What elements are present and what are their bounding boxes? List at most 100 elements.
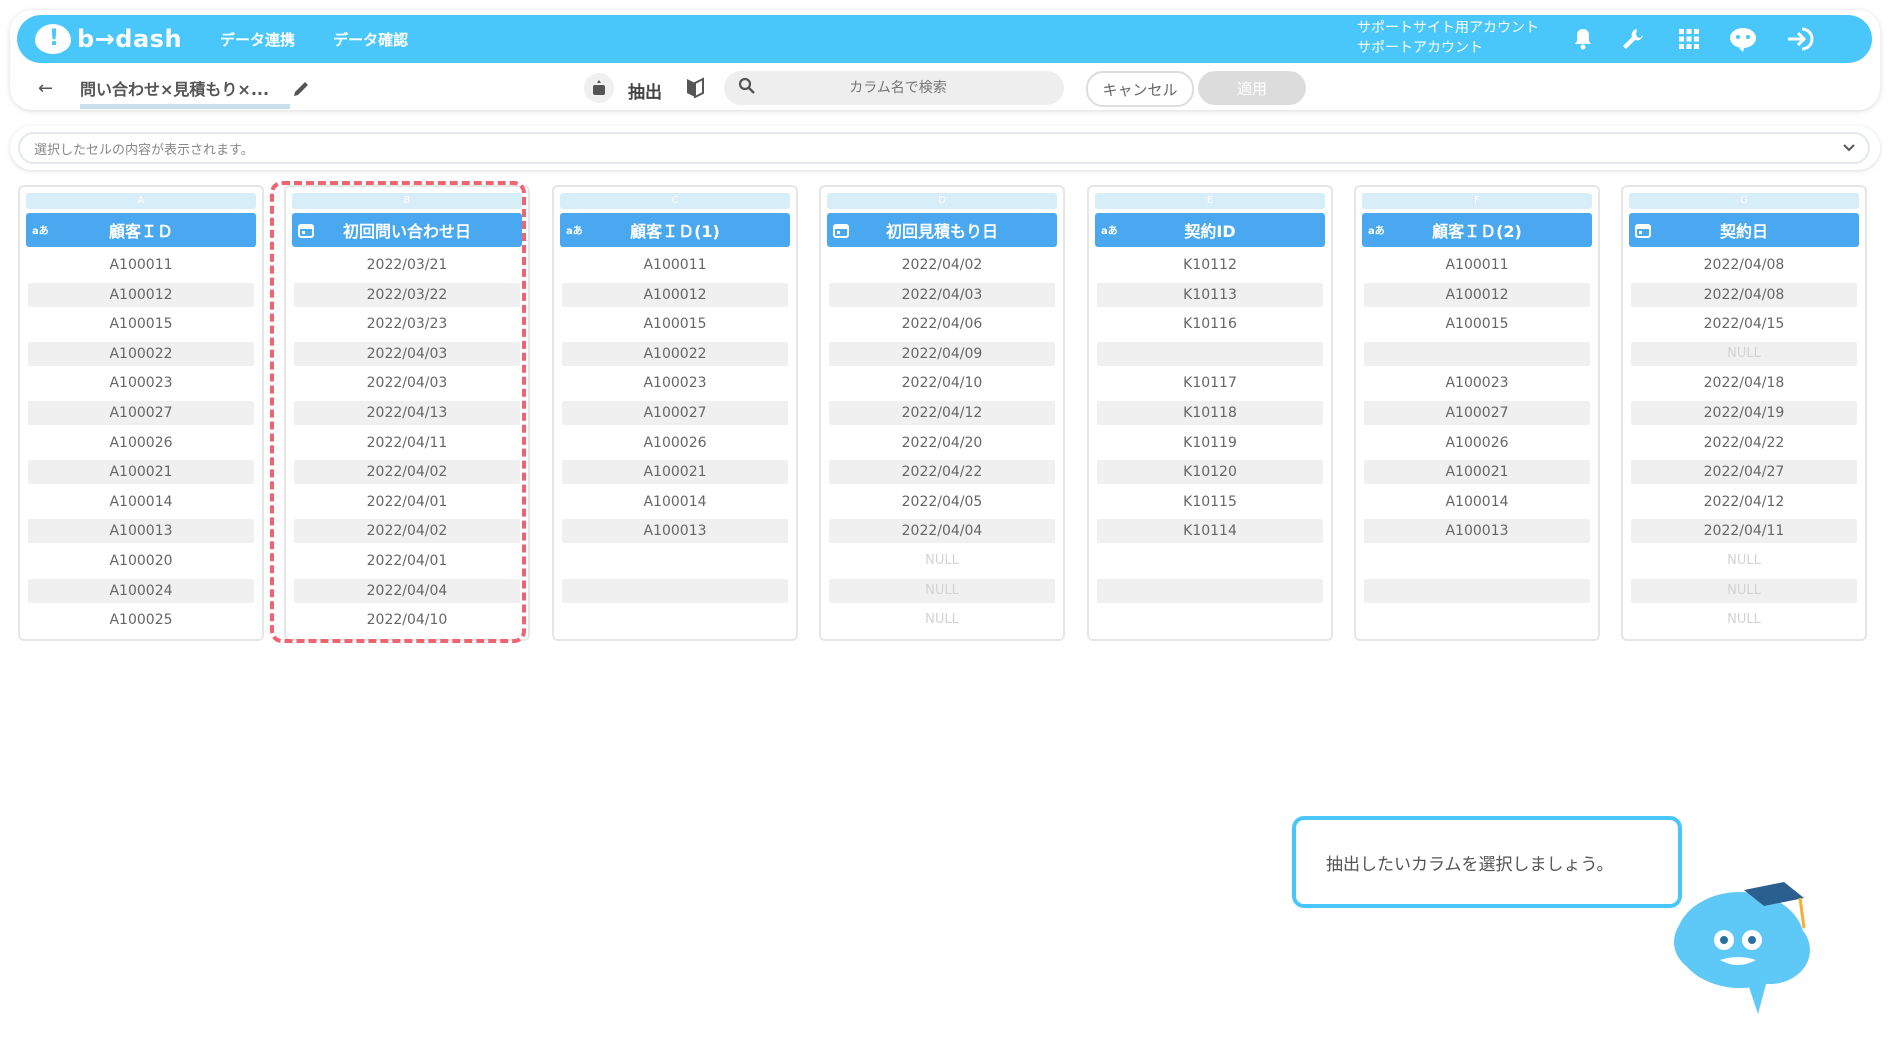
table-cell[interactable]: 2022/04/10 [829, 371, 1055, 395]
table-cell[interactable]: K10112 [1097, 253, 1323, 277]
table-cell[interactable]: K10116 [1097, 312, 1323, 336]
table-cell[interactable]: 2022/04/10 [294, 608, 520, 632]
column-d[interactable]: D 初回見積もり日 2022/04/02 2022/04/03 2022/04/06 20… [819, 185, 1065, 641]
table-cell[interactable]: A100013 [562, 519, 788, 544]
page-title[interactable]: 問い合わせ×見積もり×... [80, 76, 290, 109]
table-cell[interactable]: A100027 [1364, 400, 1590, 425]
table-cell[interactable]: K10113 [1097, 282, 1323, 307]
table-cell[interactable]: 2022/04/05 [829, 490, 1055, 514]
column-header[interactable]: aあ 顧客ＩＤ(1) [560, 213, 790, 247]
column-header[interactable]: 契約日 [1629, 213, 1859, 247]
column-header[interactable]: 初回問い合わせ日 [292, 213, 522, 247]
table-cell[interactable]: A100012 [562, 282, 788, 307]
table-cell[interactable]: 2022/04/08 [1631, 253, 1857, 277]
beginner-mark-icon[interactable] [686, 76, 704, 102]
logout-icon[interactable] [1785, 23, 1817, 55]
table-cell[interactable]: A100022 [562, 341, 788, 366]
column-b[interactable]: B 初回問い合わせ日 2022/03/21 2022/03/22 2022/03/23 2… [284, 185, 530, 641]
table-cell[interactable]: A100021 [562, 460, 788, 485]
table-cell[interactable]: A100023 [28, 371, 254, 395]
apps-grid-icon[interactable] [1673, 23, 1705, 55]
table-cell[interactable]: A100011 [28, 253, 254, 277]
table-cell[interactable]: NULL [1631, 549, 1857, 573]
column-header[interactable]: aあ 顧客ＩＤ(2) [1362, 213, 1592, 247]
nav-data-integration[interactable]: データ連携 [220, 29, 295, 50]
cell-content-field[interactable]: 選択したセルの内容が表示されます。 [18, 132, 1870, 164]
table-cell[interactable]: 2022/04/03 [294, 371, 520, 395]
table-cell[interactable]: 2022/03/22 [294, 282, 520, 307]
table-cell[interactable] [1364, 608, 1590, 632]
table-cell[interactable]: A100025 [28, 608, 254, 632]
table-cell[interactable]: A100012 [28, 282, 254, 307]
table-cell[interactable] [1097, 341, 1323, 366]
table-cell[interactable]: A100015 [562, 312, 788, 336]
apply-button[interactable]: 適用 [1198, 71, 1306, 105]
nav-data-check[interactable]: データ確認 [333, 29, 408, 50]
table-cell[interactable]: NULL [1631, 578, 1857, 603]
table-cell[interactable]: A100020 [28, 549, 254, 573]
table-cell[interactable]: 2022/04/02 [294, 460, 520, 485]
table-cell[interactable]: 2022/04/02 [294, 519, 520, 544]
chevron-down-icon[interactable] [1842, 141, 1856, 159]
table-cell[interactable] [562, 578, 788, 603]
bell-icon[interactable] [1567, 23, 1599, 55]
table-cell[interactable]: 2022/04/04 [829, 519, 1055, 544]
table-cell[interactable]: 2022/04/18 [1631, 371, 1857, 395]
table-cell[interactable] [562, 549, 788, 573]
table-cell[interactable]: K10114 [1097, 519, 1323, 544]
table-cell[interactable]: NULL [1631, 608, 1857, 632]
table-cell[interactable]: A100026 [28, 431, 254, 455]
logo[interactable]: b→dash [35, 24, 182, 54]
table-cell[interactable]: NULL [1631, 341, 1857, 366]
table-cell[interactable]: 2022/04/12 [1631, 490, 1857, 514]
column-a[interactable]: Aaあ 顧客ＩＤ A100011 A100012 A100015 A100022 A1000… [18, 185, 264, 641]
table-cell[interactable]: A100012 [1364, 282, 1590, 307]
table-cell[interactable]: A100023 [1364, 371, 1590, 395]
table-cell[interactable]: A100013 [1364, 519, 1590, 544]
table-cell[interactable]: A100023 [562, 371, 788, 395]
wrench-icon[interactable] [1617, 23, 1649, 55]
table-cell[interactable]: NULL [829, 549, 1055, 573]
table-cell[interactable]: 2022/04/19 [1631, 400, 1857, 425]
table-cell[interactable]: 2022/04/01 [294, 549, 520, 573]
table-cell[interactable]: A100026 [1364, 431, 1590, 455]
edit-title-pencil-icon[interactable] [292, 80, 310, 102]
table-cell[interactable] [1097, 578, 1323, 603]
table-cell[interactable]: 2022/04/02 [829, 253, 1055, 277]
table-cell[interactable]: A100015 [1364, 312, 1590, 336]
table-cell[interactable]: A100024 [28, 578, 254, 603]
table-cell[interactable]: A100021 [1364, 460, 1590, 485]
table-cell[interactable]: A100014 [562, 490, 788, 514]
column-f[interactable]: Faあ 顧客ＩＤ(2) A100011 A100012 A100015 A100023 A1… [1354, 185, 1600, 641]
table-cell[interactable]: 2022/04/22 [829, 460, 1055, 485]
table-cell[interactable]: A100027 [562, 400, 788, 425]
table-cell[interactable]: 2022/04/22 [1631, 431, 1857, 455]
table-cell[interactable]: K10115 [1097, 490, 1323, 514]
table-cell[interactable]: 2022/04/15 [1631, 312, 1857, 336]
table-cell[interactable]: 2022/04/08 [1631, 282, 1857, 307]
table-cell[interactable]: A100013 [28, 519, 254, 544]
column-header[interactable]: 初回見積もり日 [827, 213, 1057, 247]
table-cell[interactable]: 2022/04/27 [1631, 460, 1857, 485]
chat-bot-icon[interactable] [1727, 23, 1759, 55]
table-cell[interactable]: 2022/04/13 [294, 400, 520, 425]
column-header[interactable]: aあ 契約ID [1095, 213, 1325, 247]
table-cell[interactable]: A100021 [28, 460, 254, 485]
table-cell[interactable]: A100014 [28, 490, 254, 514]
table-cell[interactable] [1364, 341, 1590, 366]
table-cell[interactable]: 2022/04/03 [294, 341, 520, 366]
table-cell[interactable]: NULL [829, 608, 1055, 632]
table-cell[interactable]: A100022 [28, 341, 254, 366]
table-cell[interactable]: 2022/03/21 [294, 253, 520, 277]
table-cell[interactable] [1097, 608, 1323, 632]
table-cell[interactable] [1364, 549, 1590, 573]
column-e[interactable]: Eaあ 契約ID K10112 K10113 K10116 K10117 K10118 K10… [1087, 185, 1333, 641]
table-cell[interactable]: NULL [829, 578, 1055, 603]
table-cell[interactable]: K10118 [1097, 400, 1323, 425]
table-cell[interactable]: 2022/04/11 [1631, 519, 1857, 544]
column-c[interactable]: Caあ 顧客ＩＤ(1) A100011 A100012 A100015 A100022 A1… [552, 185, 798, 641]
table-cell[interactable] [562, 608, 788, 632]
table-cell[interactable]: 2022/03/23 [294, 312, 520, 336]
table-cell[interactable]: A100014 [1364, 490, 1590, 514]
table-cell[interactable]: K10117 [1097, 371, 1323, 395]
